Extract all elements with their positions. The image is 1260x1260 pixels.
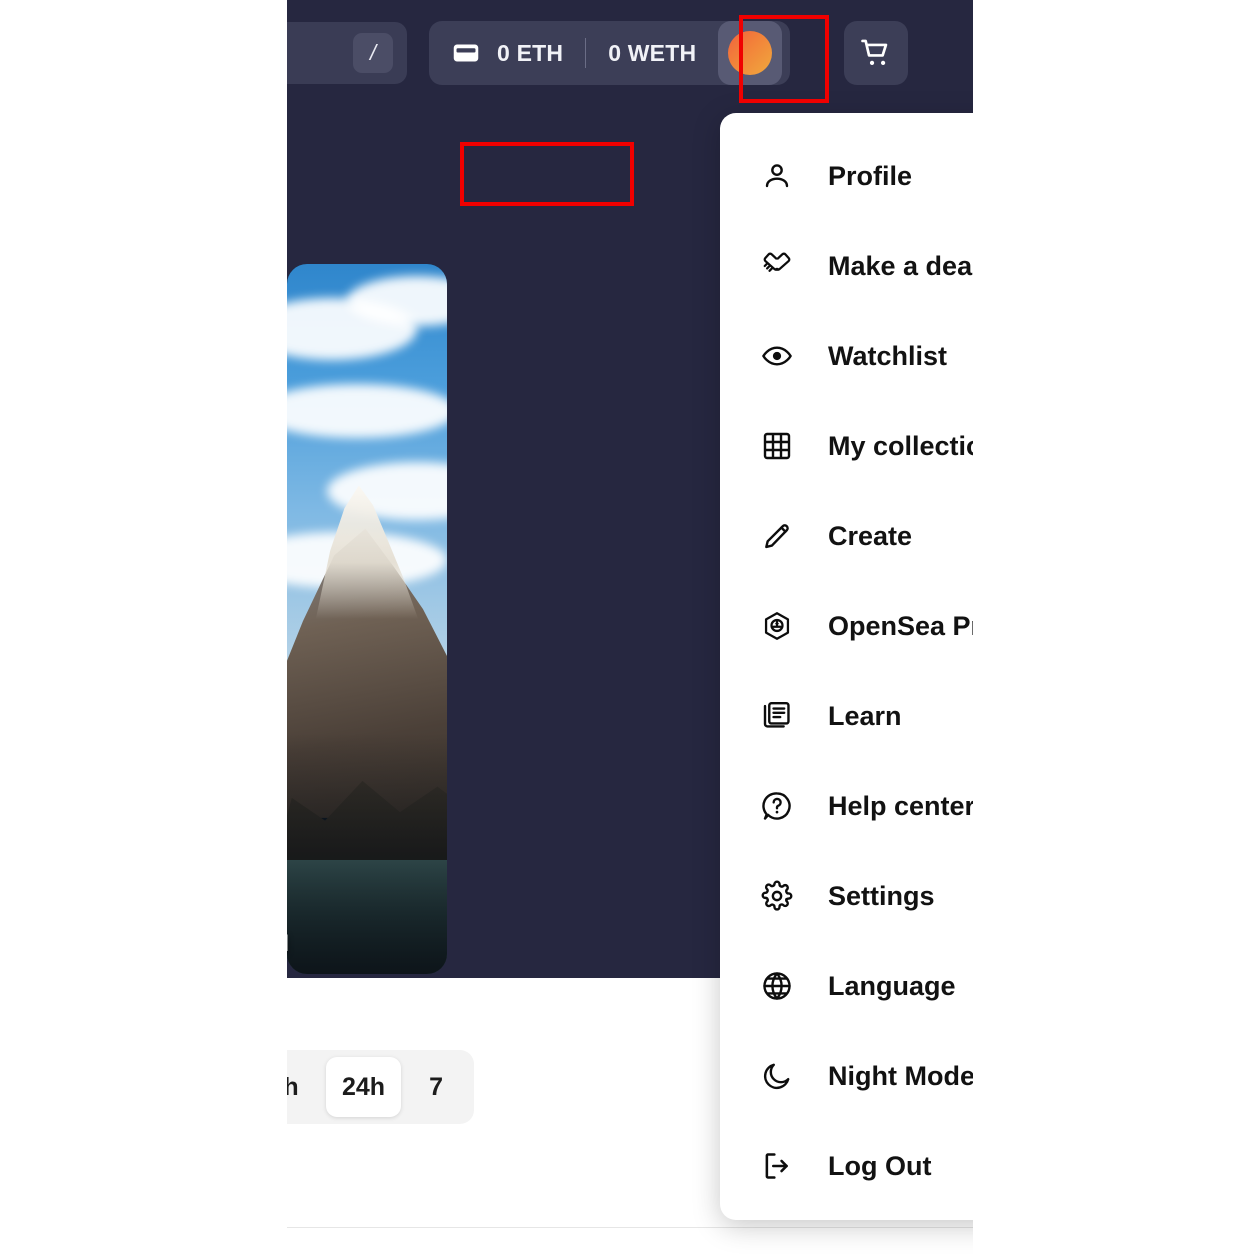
- browser-page-content: lderness to or: <0.01 ETH h 24h 7 w all: [287, 0, 973, 1260]
- menu-item-label: Make a deal: [828, 250, 973, 281]
- menu-item-profile[interactable]: Profile: [720, 131, 973, 221]
- grid-icon: [760, 429, 794, 463]
- cloud-shape: [287, 384, 447, 438]
- question-mark-icon: [760, 789, 794, 823]
- search-shortcut-badge: /: [353, 33, 393, 73]
- shopping-cart-icon: [859, 36, 893, 70]
- wallet-icon: [451, 38, 481, 68]
- time-filter-1h[interactable]: h: [287, 1057, 322, 1117]
- menu-item-label: My collections: [828, 430, 973, 461]
- menu-item-label: OpenSea Pro: [828, 610, 973, 641]
- hero-title: lderness to: [287, 885, 289, 916]
- pencil-icon: [760, 519, 794, 553]
- globe-icon: [760, 969, 794, 1003]
- menu-item-my-collections[interactable]: My collections: [720, 401, 973, 491]
- menu-item-label: Night Mode: [828, 1060, 973, 1091]
- account-dropdown-menu[interactable]: Profile Make a deal New: [720, 113, 973, 1220]
- menu-item-opensea-pro[interactable]: OpenSea Pro: [720, 581, 973, 671]
- cart-button[interactable]: [844, 21, 908, 85]
- weth-balance: 0 WETH: [608, 39, 697, 66]
- menu-item-language[interactable]: Language en: [720, 941, 973, 1031]
- logout-icon: [760, 1149, 794, 1183]
- hero-card-left[interactable]: lderness to or: <0.01 ETH: [287, 264, 447, 974]
- menu-item-label: Help center: [828, 790, 973, 821]
- menu-item-label: Profile: [828, 160, 913, 191]
- moon-icon: [760, 1059, 794, 1093]
- wallet-divider: [585, 38, 587, 68]
- menu-item-make-a-deal[interactable]: Make a deal New: [720, 221, 973, 311]
- eth-balance: 0 ETH: [497, 39, 564, 66]
- menu-item-label: Language: [828, 970, 956, 1001]
- eye-icon: [760, 339, 794, 373]
- menu-item-label: Learn: [828, 700, 902, 731]
- menu-item-night-mode[interactable]: Night Mode: [720, 1031, 973, 1121]
- search-input[interactable]: /: [287, 22, 407, 84]
- menu-item-label: Watchlist: [828, 340, 948, 371]
- avatar-button[interactable]: [718, 21, 783, 85]
- menu-item-log-out[interactable]: Log Out: [720, 1121, 973, 1211]
- book-icon: [760, 699, 794, 733]
- hero-scrim: [287, 732, 447, 974]
- wallet-balance-pill[interactable]: 0 ETH 0 WETH: [429, 21, 791, 85]
- menu-item-label: Log Out: [828, 1150, 932, 1181]
- hero-text-block: lderness to or: <0.01 ETH: [287, 885, 289, 958]
- menu-item-label: Create: [828, 520, 913, 551]
- menu-item-learn[interactable]: Learn: [720, 671, 973, 761]
- avatar: [728, 31, 773, 75]
- menu-item-watchlist[interactable]: Watchlist: [720, 311, 973, 401]
- gear-icon: [760, 879, 794, 913]
- menu-item-create[interactable]: Create: [720, 491, 973, 581]
- app-header: / 0 ETH 0 WETH: [287, 0, 973, 118]
- handshake-icon: [760, 249, 794, 283]
- opensea-pro-icon: [760, 609, 794, 643]
- time-filter-24h[interactable]: 24h: [326, 1057, 402, 1117]
- hero-floor-price: or: <0.01 ETH: [287, 930, 289, 958]
- menu-item-label: Settings: [828, 880, 935, 911]
- menu-item-settings[interactable]: Settings: [720, 851, 973, 941]
- time-filter-7d[interactable]: 7: [405, 1057, 467, 1117]
- menu-item-help-center[interactable]: Help center: [720, 761, 973, 851]
- person-icon: [760, 159, 794, 193]
- app-header-inner: / 0 ETH 0 WETH: [287, 0, 973, 104]
- time-filter-segmented-control[interactable]: h 24h 7: [287, 1050, 475, 1124]
